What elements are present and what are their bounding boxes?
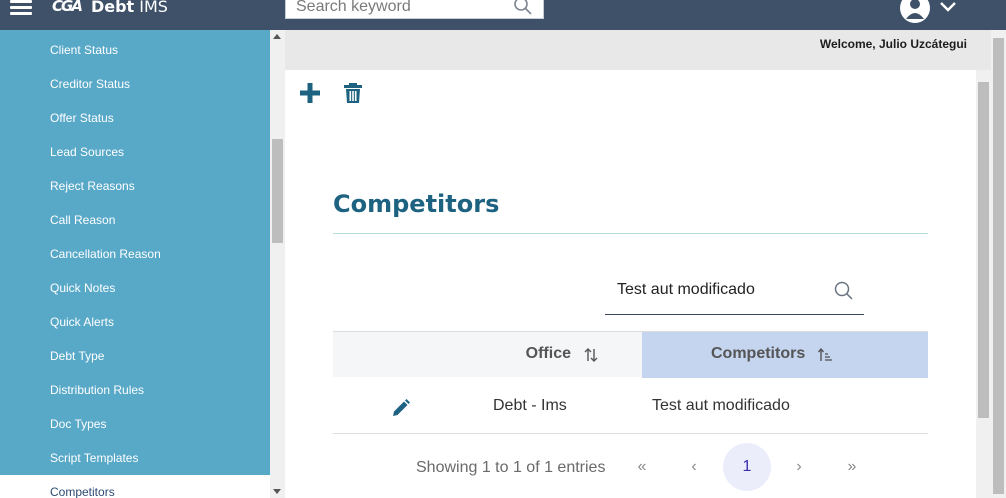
top-bar: CGA Debt IMS: [0, 0, 1006, 30]
sidebar-item-client-status[interactable]: Client Status: [0, 33, 270, 67]
sidebar-item-cancellation-reason[interactable]: Cancellation Reason: [0, 237, 270, 271]
scroll-down-icon[interactable]: [273, 489, 281, 494]
table-header: Office Competitors: [333, 331, 928, 378]
sort-ascending-icon[interactable]: [818, 348, 832, 362]
sidebar-item-doc-types[interactable]: Doc Types: [0, 407, 270, 441]
page-button-current[interactable]: 1: [723, 443, 771, 491]
sidebar-item-reject-reasons[interactable]: Reject Reasons: [0, 169, 270, 203]
table-filter: [605, 272, 864, 315]
app-name: Debt IMS: [90, 0, 168, 16]
global-search: [285, 0, 544, 19]
next-page-button[interactable]: ›: [784, 452, 814, 482]
plus-icon[interactable]: [298, 81, 322, 105]
sidebar-scrollbar[interactable]: [270, 30, 285, 498]
sidebar-item-competitors[interactable]: Competitors: [0, 475, 270, 498]
app-logo[interactable]: CGA Debt IMS: [52, 0, 168, 17]
sidebar-item-script-templates[interactable]: Script Templates: [0, 441, 270, 475]
sidebar-item-creditor-status[interactable]: Creditor Status: [0, 67, 270, 101]
title-divider: [333, 233, 928, 234]
sidebar-item-distribution-rules[interactable]: Distribution Rules: [0, 373, 270, 407]
trash-icon[interactable]: [342, 81, 364, 105]
app-window: CGA Debt IMS Client Status Creditor Stat…: [0, 0, 1006, 498]
search-input[interactable]: [296, 0, 506, 18]
page-title: Competitors: [333, 190, 500, 218]
sidebar-item-call-reason[interactable]: Call Reason: [0, 203, 270, 237]
column-header-office[interactable]: Office: [333, 332, 642, 378]
entries-summary: Showing 1 to 1 of 1 entries: [416, 459, 606, 476]
sidebar-item-lead-sources[interactable]: Lead Sources: [0, 135, 270, 169]
welcome-text: Welcome, Julio Uzcátegui: [819, 37, 967, 51]
sidebar-item-debt-type[interactable]: Debt Type: [0, 339, 270, 373]
table-row: Debt - Ims Test aut modificado: [333, 377, 928, 434]
sidebar: Client Status Creditor Status Offer Stat…: [0, 30, 270, 498]
hamburger-menu-icon[interactable]: [10, 0, 32, 18]
column-label-competitors: Competitors: [711, 345, 806, 362]
first-page-button[interactable]: «: [627, 452, 657, 482]
page-scrollbar[interactable]: [991, 30, 1006, 498]
last-page-button[interactable]: »: [837, 452, 867, 482]
sidebar-scroll-thumb[interactable]: [272, 139, 283, 243]
cell-office: Debt - Ims: [493, 397, 567, 414]
content-scrollbar[interactable]: [976, 70, 991, 498]
filter-input[interactable]: [617, 279, 817, 301]
page-scroll-thumb[interactable]: [993, 38, 1004, 494]
pencil-icon[interactable]: [391, 398, 411, 418]
content-scroll-thumb[interactable]: [978, 82, 989, 418]
cell-competitor: Test aut modificado: [652, 397, 790, 414]
user-menu[interactable]: [898, 0, 960, 23]
column-header-competitors[interactable]: Competitors: [642, 332, 928, 378]
sidebar-item-quick-notes[interactable]: Quick Notes: [0, 271, 270, 305]
sidebar-item-offer-status[interactable]: Offer Status: [0, 101, 270, 135]
welcome-bar: Welcome, Julio Uzcátegui: [285, 30, 991, 70]
user-avatar-icon: [900, 0, 956, 23]
search-icon[interactable]: [834, 281, 854, 301]
previous-page-button[interactable]: ‹: [679, 452, 709, 482]
search-icon[interactable]: [513, 0, 533, 16]
logo-mark: CGA: [52, 0, 83, 15]
scroll-up-icon[interactable]: [273, 34, 281, 39]
sort-both-icon[interactable]: [584, 347, 598, 363]
sidebar-item-quick-alerts[interactable]: Quick Alerts: [0, 305, 270, 339]
column-label-office: Office: [525, 345, 571, 362]
